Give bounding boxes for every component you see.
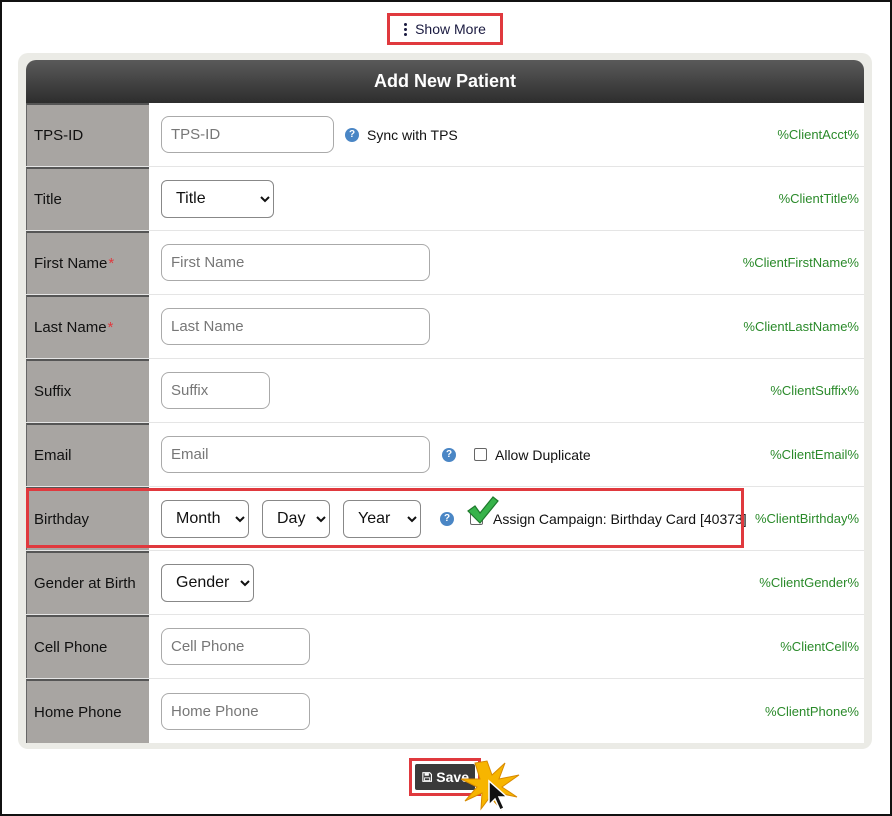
suffix-label: Suffix: [26, 359, 149, 422]
show-more-button[interactable]: Show More: [387, 13, 503, 45]
tps-id-input[interactable]: [161, 116, 334, 153]
birthday-month-select[interactable]: Month: [161, 499, 249, 538]
gender-select[interactable]: Gender: [161, 563, 254, 602]
birthday-year-select[interactable]: Year: [343, 499, 421, 538]
required-asterisk: *: [108, 255, 115, 272]
home-phone-input[interactable]: [161, 692, 310, 730]
cell-phone-input[interactable]: [161, 628, 310, 665]
merge-tag-client-cell: %ClientCell%: [780, 639, 859, 654]
row-email: Email ? Allow Duplicate %ClientEmail%: [26, 423, 864, 487]
birthday-label: Birthday: [26, 487, 149, 550]
row-first-name: First Name* %ClientFirstName%: [26, 231, 864, 295]
email-input[interactable]: [161, 436, 430, 473]
merge-tag-client-last-name: %ClientLastName%: [743, 319, 859, 334]
home-phone-label: Home Phone: [26, 679, 149, 743]
merge-tag-client-gender: %ClientGender%: [759, 575, 859, 590]
merge-tag-client-birthday: %ClientBirthday%: [754, 511, 859, 526]
merge-tag-client-acct: %ClientAcct%: [777, 127, 859, 142]
merge-tag-client-suffix: %ClientSuffix%: [770, 383, 859, 398]
merge-tag-client-title: %ClientTitle%: [778, 191, 859, 206]
floppy-disk-icon: [422, 772, 432, 782]
sync-with-tps-label: Sync with TPS: [367, 126, 458, 143]
allow-duplicate-checkbox[interactable]: [474, 448, 487, 461]
last-name-label: Last Name *: [26, 295, 149, 358]
row-birthday: Birthday Month Day Year ? Assign Campaig…: [26, 487, 864, 551]
row-gender: Gender at Birth Gender %ClientGender%: [26, 551, 864, 615]
form-title: Add New Patient: [26, 60, 864, 103]
row-title: Title Title %ClientTitle%: [26, 167, 864, 231]
suffix-input[interactable]: [161, 372, 270, 409]
row-suffix: Suffix %ClientSuffix%: [26, 359, 864, 423]
row-home-phone: Home Phone %ClientPhone%: [26, 679, 864, 743]
assign-campaign-label: Assign Campaign: Birthday Card [40373]: [493, 510, 747, 527]
first-name-input[interactable]: [161, 244, 430, 281]
click-burst-icon: [460, 760, 520, 812]
merge-tag-client-phone: %ClientPhone%: [765, 703, 859, 719]
row-last-name: Last Name* %ClientLastName%: [26, 295, 864, 359]
title-label: Title: [26, 167, 149, 230]
cell-phone-label: Cell Phone: [26, 615, 149, 678]
assign-campaign-checkbox[interactable]: [467, 496, 499, 525]
row-cell-phone: Cell Phone %ClientCell%: [26, 615, 864, 679]
row-tps-id: TPS-ID ? Sync with TPS %ClientAcct%: [26, 103, 864, 167]
help-icon[interactable]: ?: [442, 447, 456, 462]
first-name-label: First Name *: [26, 231, 149, 294]
gender-label: Gender at Birth: [26, 551, 149, 614]
required-asterisk: *: [107, 319, 114, 336]
birthday-day-select[interactable]: Day: [262, 499, 330, 538]
tps-id-label: TPS-ID: [26, 103, 149, 166]
help-icon[interactable]: ?: [345, 127, 359, 142]
kebab-icon: [404, 22, 408, 36]
last-name-input[interactable]: [161, 308, 430, 345]
merge-tag-client-first-name: %ClientFirstName%: [742, 255, 859, 270]
patient-form: TPS-ID ? Sync with TPS %ClientAcct% Titl…: [26, 103, 864, 743]
email-label: Email: [26, 423, 149, 486]
green-checkmark-icon: [467, 496, 499, 524]
show-more-label: Show More: [415, 21, 486, 37]
help-icon[interactable]: ?: [440, 511, 454, 526]
merge-tag-client-email: %ClientEmail%: [770, 447, 859, 462]
allow-duplicate-label: Allow Duplicate: [495, 446, 591, 463]
title-select[interactable]: Title: [161, 179, 274, 218]
